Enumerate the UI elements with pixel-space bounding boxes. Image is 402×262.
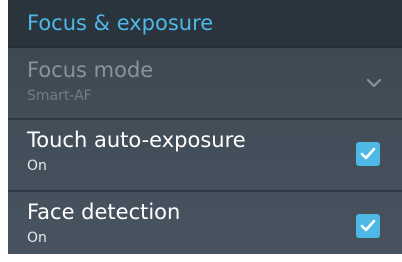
touch-auto-exposure-checkbox[interactable] [356,142,380,166]
setting-face-detection[interactable]: Face detection On [8,192,402,254]
setting-face-detection-title: Face detection [27,200,181,224]
setting-touch-auto-exposure-summary: On [27,158,47,174]
chevron-down-icon [366,74,382,88]
setting-focus-mode-summary: Smart-AF [27,88,92,104]
setting-touch-auto-exposure-title: Touch auto-exposure [27,128,246,152]
checkmark-icon [360,219,376,232]
setting-touch-auto-exposure[interactable]: Touch auto-exposure On [8,120,402,188]
section-header: Focus & exposure [8,0,402,48]
setting-focus-mode-title: Focus mode [27,58,154,82]
face-detection-checkbox[interactable] [356,214,380,238]
section-header-title: Focus & exposure [27,11,214,35]
setting-focus-mode[interactable]: Focus mode Smart-AF [8,50,402,118]
settings-panel: Focus & exposure Focus mode Smart-AF Tou… [8,0,402,254]
checkmark-icon [360,147,376,160]
setting-face-detection-summary: On [27,230,47,246]
